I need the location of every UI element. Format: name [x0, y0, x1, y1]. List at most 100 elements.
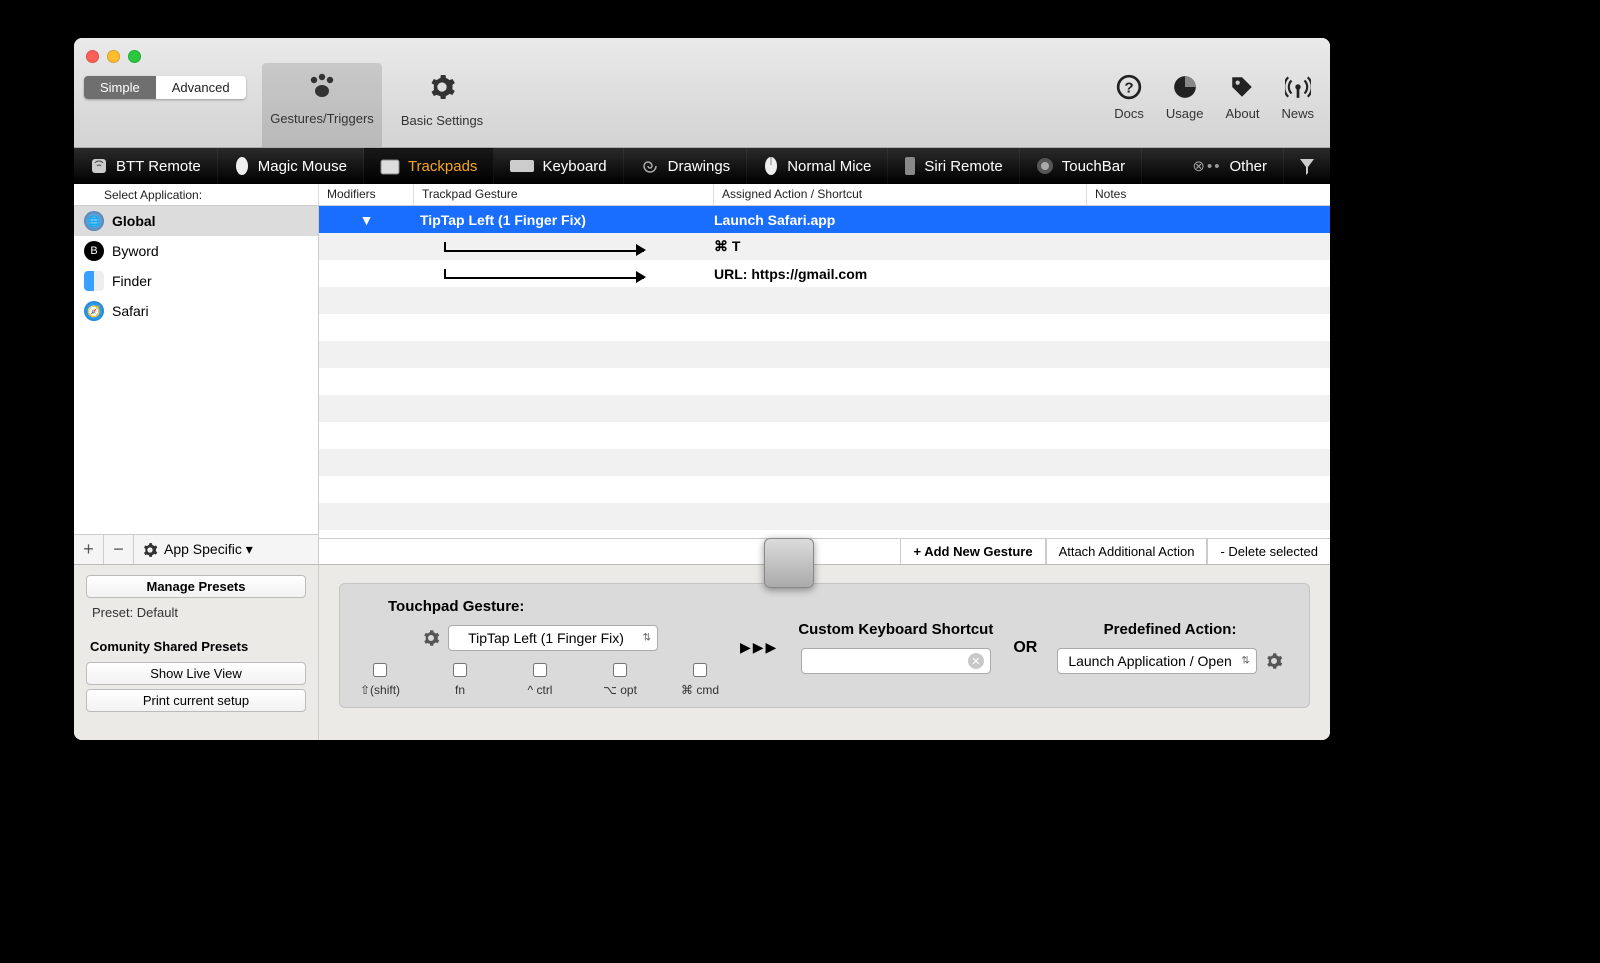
close-icon[interactable] — [86, 50, 99, 63]
or-label: OR — [1013, 639, 1037, 657]
pie-icon — [1172, 74, 1198, 100]
col-action[interactable]: Assigned Action / Shortcut — [714, 184, 1087, 205]
columns-header: Select Application: Modifiers Trackpad G… — [74, 184, 1330, 206]
about-button[interactable]: About — [1226, 74, 1260, 121]
dev-other[interactable]: ⊗•• Other — [1176, 148, 1284, 184]
app-list: 🌐 Global B Byword Finder 🧭 Safari — [74, 206, 318, 534]
mod-ctrl-checkbox[interactable] — [533, 663, 547, 677]
gesture-cell: TipTap Left (1 Finger Fix) — [414, 212, 714, 228]
zoom-icon[interactable] — [128, 50, 141, 63]
advanced-tab[interactable]: Advanced — [156, 76, 246, 99]
col-select-app: Select Application: — [74, 184, 319, 205]
table-row[interactable]: URL: https://gmail.com — [319, 260, 1330, 287]
funnel-icon — [1298, 157, 1316, 175]
help-icon: ? — [1116, 74, 1142, 100]
normal-mouse-icon — [763, 156, 779, 176]
app-safari[interactable]: 🧭 Safari — [74, 296, 318, 326]
sidebar-footer: + − App Specific ▾ — [74, 534, 318, 564]
dev-touchbar[interactable]: TouchBar — [1020, 148, 1142, 184]
bottom-area: Manage Presets Preset: Default Comunity … — [74, 564, 1330, 740]
simple-tab[interactable]: Simple — [84, 76, 156, 99]
tab-gestures-label: Gestures/Triggers — [270, 111, 374, 126]
col-modifiers[interactable]: Modifiers — [319, 184, 414, 205]
child-arrow-icon — [444, 269, 644, 279]
modifier-checkboxes: ⇧(shift) fn ^ ctrl ⌥ opt ⌘ cmd — [360, 657, 720, 697]
sidebar: 🌐 Global B Byword Finder 🧭 Safari + — [74, 206, 319, 564]
child-arrow-icon — [444, 242, 644, 252]
dev-keyboard[interactable]: Keyboard — [494, 148, 623, 184]
dev-siri-remote[interactable]: Siri Remote — [888, 148, 1019, 184]
community-presets-header: Comunity Shared Presets — [86, 639, 306, 658]
print-setup-button[interactable]: Print current setup — [86, 689, 306, 712]
mouse-icon — [234, 156, 250, 176]
svg-text:?: ? — [1124, 79, 1133, 96]
siri-remote-icon — [904, 156, 916, 176]
mode-segmented[interactable]: Simple Advanced — [84, 76, 246, 99]
dev-magic-mouse[interactable]: Magic Mouse — [218, 148, 364, 184]
action-gear-icon[interactable] — [1265, 652, 1283, 670]
current-preset-label: Preset: Default — [86, 602, 306, 623]
action-cell: ⌘ T — [714, 238, 1330, 255]
safari-icon: 🧭 — [84, 301, 104, 321]
disclosure-icon[interactable]: ▼ — [360, 212, 374, 228]
triangle-arrows-icon: ▶▶▶ — [740, 639, 778, 656]
content: ▼ TipTap Left (1 Finger Fix) Launch Safa… — [319, 206, 1330, 564]
gear-icon — [428, 73, 456, 101]
tab-gestures[interactable]: Gestures/Triggers — [262, 63, 382, 147]
table-row[interactable]: ⌘ T — [319, 233, 1330, 260]
table-row[interactable]: ▼ TipTap Left (1 Finger Fix) Launch Safa… — [319, 206, 1330, 233]
touchpad-header: Touchpad Gesture: — [388, 598, 524, 615]
add-gesture-button[interactable]: + Add New Gesture — [900, 539, 1045, 564]
filter-button[interactable] — [1284, 148, 1330, 184]
news-button[interactable]: News — [1281, 74, 1314, 121]
globe-icon: 🌐 — [84, 211, 104, 231]
mod-fn-checkbox[interactable] — [453, 663, 467, 677]
byword-icon: B — [84, 241, 104, 261]
config-pane: Touchpad Gesture: TipTap Left (1 Finger … — [319, 565, 1330, 740]
app-specific-menu[interactable]: App Specific ▾ — [134, 541, 318, 558]
dev-drawings[interactable]: Drawings — [624, 148, 748, 184]
col-notes[interactable]: Notes — [1087, 184, 1330, 205]
gesture-select[interactable]: TipTap Left (1 Finger Fix) — [448, 625, 658, 651]
add-app-button[interactable]: + — [74, 535, 104, 565]
action-cell: Launch Safari.app — [714, 212, 1330, 228]
dev-btt-remote[interactable]: BTT Remote — [74, 148, 218, 184]
paw-icon — [307, 73, 337, 99]
keyboard-icon — [510, 160, 534, 172]
remove-app-button[interactable]: − — [104, 535, 134, 565]
attach-action-button[interactable]: Attach Additional Action — [1046, 539, 1208, 564]
action-cell: URL: https://gmail.com — [714, 266, 1330, 282]
device-tabs: BTT Remote Magic Mouse Trackpads Keyboar… — [74, 148, 1330, 184]
preset-pane: Manage Presets Preset: Default Comunity … — [74, 565, 319, 740]
spiral-icon — [640, 156, 660, 176]
resize-handle[interactable] — [764, 538, 814, 588]
app-byword[interactable]: B Byword — [74, 236, 318, 266]
delete-selected-button[interactable]: - Delete selected — [1207, 539, 1330, 564]
col-gesture[interactable]: Trackpad Gesture — [414, 184, 714, 205]
dev-trackpads[interactable]: Trackpads — [364, 147, 494, 184]
main: 🌐 Global B Byword Finder 🧭 Safari + — [74, 206, 1330, 564]
remote-icon — [90, 157, 108, 175]
gesture-gear-icon[interactable] — [422, 629, 440, 647]
predefined-header: Predefined Action: — [1104, 621, 1237, 638]
dev-normal-mice[interactable]: Normal Mice — [747, 148, 888, 184]
dots-icon: ⊗•• — [1192, 157, 1221, 175]
mod-cmd-checkbox[interactable] — [693, 663, 707, 677]
app-finder[interactable]: Finder — [74, 266, 318, 296]
mod-shift-checkbox[interactable] — [373, 663, 387, 677]
predefined-action-select[interactable]: Launch Application / Open — [1057, 648, 1256, 674]
app-global[interactable]: 🌐 Global — [74, 206, 318, 236]
shortcut-input[interactable]: ✕ — [801, 648, 991, 674]
usage-button[interactable]: Usage — [1166, 74, 1204, 121]
mod-opt-checkbox[interactable] — [613, 663, 627, 677]
gesture-table: ▼ TipTap Left (1 Finger Fix) Launch Safa… — [319, 206, 1330, 538]
tab-basic-label: Basic Settings — [401, 113, 483, 128]
tab-basic-settings[interactable]: Basic Settings — [382, 63, 502, 147]
manage-presets-button[interactable]: Manage Presets — [86, 575, 306, 598]
toolbar-tabs: Gestures/Triggers Basic Settings — [262, 63, 502, 147]
gesture-config-panel: Touchpad Gesture: TipTap Left (1 Finger … — [339, 583, 1310, 708]
docs-button[interactable]: ? Docs — [1114, 74, 1144, 121]
clear-shortcut-icon[interactable]: ✕ — [968, 653, 984, 669]
minimize-icon[interactable] — [107, 50, 120, 63]
show-live-view-button[interactable]: Show Live View — [86, 662, 306, 685]
